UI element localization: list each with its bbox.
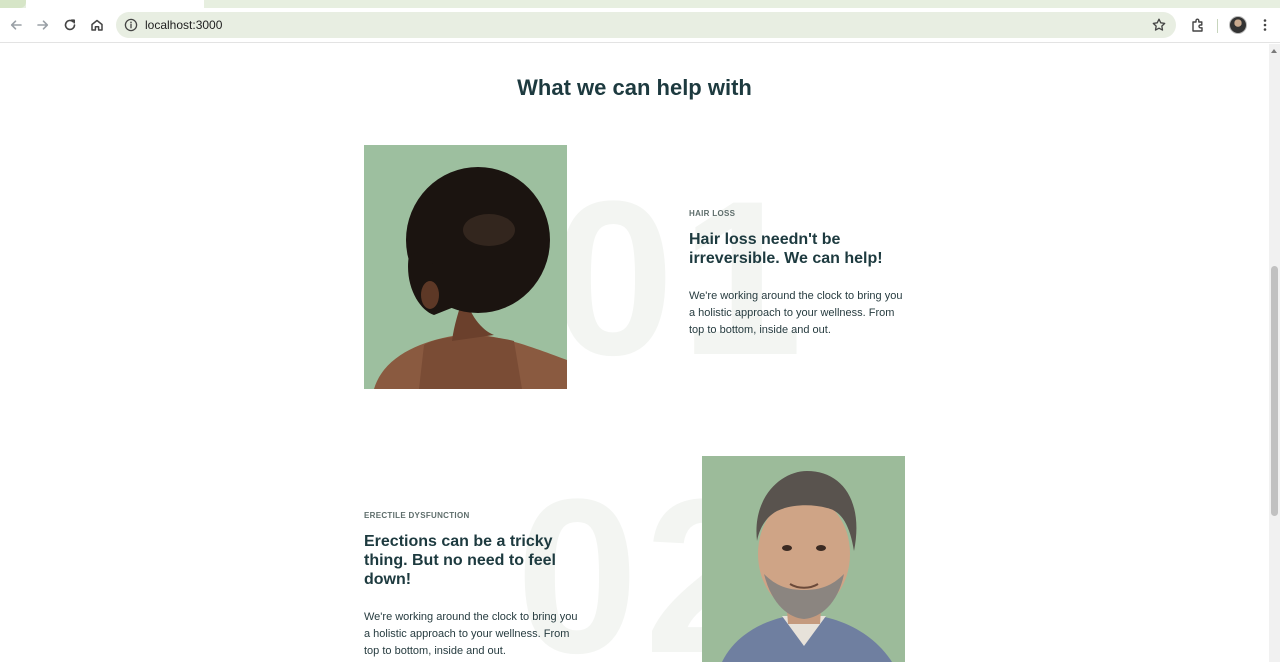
category-label: HAIR LOSS bbox=[689, 209, 736, 218]
bookmark-star-icon[interactable] bbox=[1151, 17, 1167, 33]
menu-icon[interactable] bbox=[1254, 14, 1276, 36]
hair-loss-copy: HAIR LOSS Hair loss needn't be irreversi… bbox=[689, 209, 909, 339]
profile-avatar[interactable] bbox=[1229, 16, 1247, 34]
page-scrollbar[interactable] bbox=[1269, 44, 1280, 662]
scrollbar-thumb[interactable] bbox=[1271, 266, 1278, 516]
item-headline: Erections can be a tricky thing. But no … bbox=[364, 533, 556, 588]
forward-icon[interactable] bbox=[32, 14, 54, 36]
url-text[interactable]: localhost:3000 bbox=[145, 18, 222, 32]
address-bar[interactable]: localhost:3000 bbox=[116, 12, 1176, 38]
tab-stub[interactable] bbox=[0, 0, 26, 8]
browser-toolbar: localhost:3000 bbox=[0, 8, 1280, 43]
active-tab[interactable] bbox=[26, 0, 204, 8]
category-label: ERECTILE DYSFUNCTION bbox=[364, 511, 470, 520]
item-description: We're working around the clock to bring … bbox=[689, 290, 903, 336]
extensions-icon[interactable] bbox=[1187, 14, 1209, 36]
tab-strip bbox=[0, 0, 1280, 8]
scroll-up-arrow-icon[interactable] bbox=[1271, 49, 1277, 53]
site-info-icon[interactable] bbox=[124, 18, 138, 32]
erectile-dysfunction-photo bbox=[702, 456, 905, 662]
reload-icon[interactable] bbox=[59, 14, 81, 36]
item-description: We're working around the clock to bring … bbox=[364, 611, 578, 657]
toolbar-divider bbox=[1217, 19, 1218, 33]
home-icon[interactable] bbox=[86, 14, 108, 36]
hair-loss-photo bbox=[364, 145, 567, 389]
section-title: What we can help with bbox=[517, 75, 752, 100]
item-headline: Hair loss needn't be irreversible. We ca… bbox=[689, 231, 883, 267]
back-icon[interactable] bbox=[5, 14, 27, 36]
erectile-dysfunction-copy: ERECTILE DYSFUNCTION Erections can be a … bbox=[364, 511, 584, 660]
page-content: What we can help with 01 HAIR LOSS Hair … bbox=[0, 44, 1269, 662]
